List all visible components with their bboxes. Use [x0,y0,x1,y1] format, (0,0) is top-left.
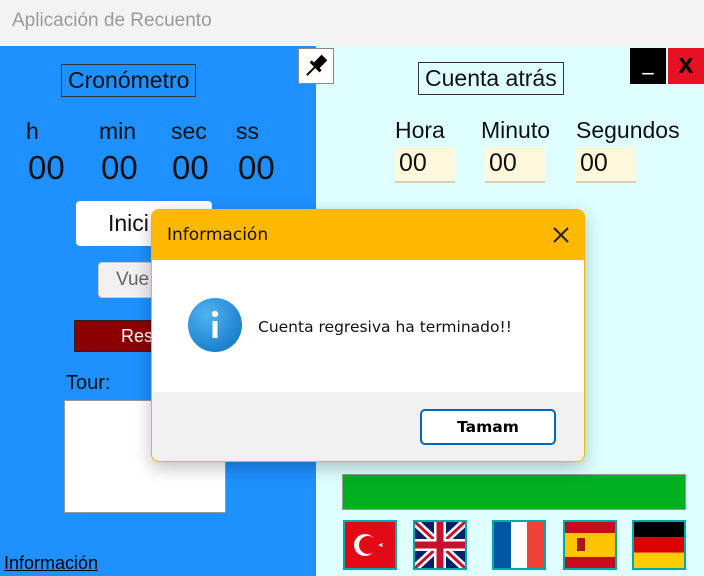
seconds-value: 00 [172,149,209,186]
unit-hours: h [26,118,39,144]
germany-flag-icon [634,522,684,568]
hour-input[interactable]: 00 [395,147,455,183]
pin-icon [306,54,328,76]
close-button[interactable]: X [668,48,704,84]
hour-label: Hora [395,117,445,143]
stopwatch-label: Cronómetro [61,64,197,97]
info-link[interactable]: Información [4,553,98,574]
hundredths-value: 00 [238,149,275,186]
tour-label: Tour: [66,372,111,394]
countdown-progress-bar [342,474,686,510]
dialog-title: Información [167,225,269,245]
minimize-button[interactable]: _ [630,48,666,84]
uk-flag-button[interactable] [413,520,467,570]
minute-input[interactable]: 00 [485,147,545,183]
title-bar: Aplicación de Recuento [0,0,704,46]
turkey-flag-icon [345,522,395,568]
ok-button[interactable]: Tamam [420,409,556,445]
germany-flag-button[interactable] [632,520,686,570]
france-flag-icon [494,522,544,568]
spain-flag-icon [565,522,615,568]
dialog-close-button[interactable] [548,222,574,248]
turkey-flag-button[interactable] [343,520,397,570]
info-dialog: Información Cuenta regresiva ha terminad… [151,209,585,462]
uk-flag-icon [415,522,465,568]
second-input[interactable]: 00 [576,147,636,183]
window-title: Aplicación de Recuento [12,10,212,31]
dialog-message: Cuenta regresiva ha terminado!! [258,318,512,336]
pin-button[interactable] [298,48,334,84]
countdown-label: Cuenta atrás [418,62,564,95]
second-label: Segundos [576,117,680,143]
minute-label: Minuto [481,117,551,143]
hours-value: 00 [28,149,65,186]
unit-minutes: min [99,118,137,144]
info-icon [188,298,242,352]
minutes-value: 00 [101,149,138,186]
unit-hundredths: ss [236,118,259,144]
spain-flag-button[interactable] [563,520,617,570]
unit-seconds: sec [171,118,207,144]
france-flag-button[interactable] [492,520,546,570]
close-icon [553,227,569,243]
